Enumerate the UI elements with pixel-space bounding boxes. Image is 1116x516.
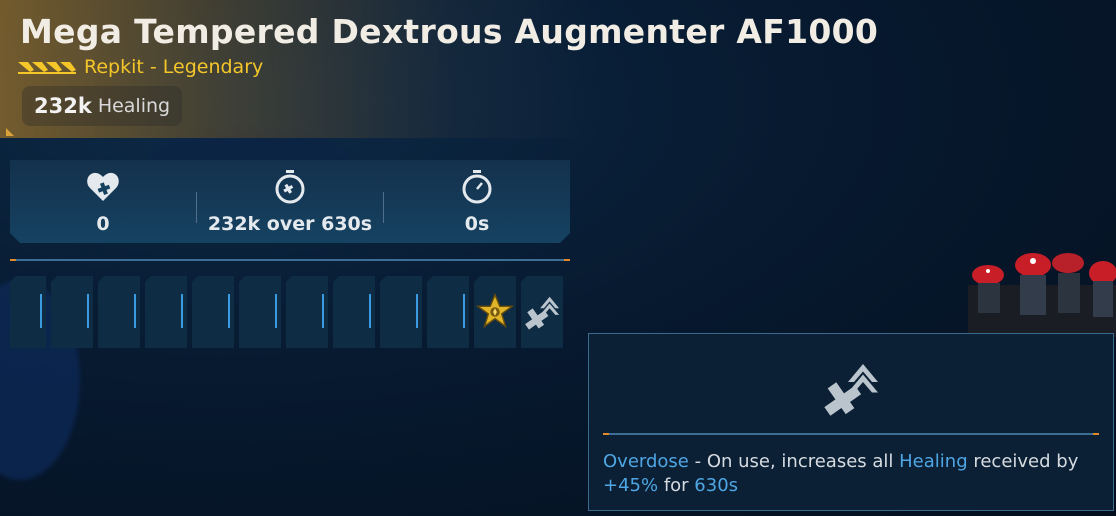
rarity-row: Repkit - Legendary [18,56,263,78]
empty-slot [427,276,469,348]
empty-slot [10,276,46,348]
stats-panel: 0 232k over 630s 0s [10,160,570,243]
legendary-star-icon [476,293,514,329]
desc-duration: 630s [694,475,739,496]
empty-slot [380,276,422,348]
stat-value: 0s [464,212,490,235]
overdose-icon [824,364,878,416]
stopwatch-icon [459,169,495,205]
stat-value: 232k over 630s [207,212,373,235]
tooltip-divider [603,433,1099,435]
desc-text: received by [967,451,1079,472]
legendary-chevrons-icon [18,62,76,74]
desc-text: - On use, increases all [688,451,900,472]
primary-stat-label: Healing [97,95,171,117]
stat-heal-over-time: 232k over 630s [197,160,383,243]
empty-slot [286,276,328,348]
heart-plus-icon [85,169,121,205]
item-name: Mega Tempered Dextrous Augmenter AF1000 [20,12,879,51]
header-corner-accent [6,128,14,136]
perk-tooltip: Overdose - On use, increases all Healing… [588,333,1114,511]
empty-slot [98,276,140,348]
desc-keyword: Healing [899,451,968,472]
empty-slot [145,276,187,348]
robot-decoration [968,253,1116,337]
legendary-perk-slot[interactable] [474,276,516,348]
overdose-perk-slot[interactable] [521,276,563,348]
item-header: Mega Tempered Dextrous Augmenter AF1000 … [0,0,878,138]
desc-text: for [658,475,695,496]
rarity-label: Repkit - Legendary [84,56,264,78]
empty-slot [51,276,93,348]
primary-stat-chip: 232k Healing [22,86,183,126]
stat-cooldown: 0s [384,160,570,243]
empty-slot [192,276,234,348]
perk-description: Overdose - On use, increases all Healing… [603,450,1101,498]
overdose-icon [525,296,560,330]
timer-heal-icon [272,169,308,205]
stat-value: 0 [96,212,110,235]
primary-stat-value: 232k [34,94,92,118]
perk-slots [10,276,563,348]
desc-bonus: +45% [603,475,659,496]
empty-slot [239,276,281,348]
stat-instant-heal: 0 [10,160,196,243]
section-divider [10,259,570,261]
empty-slot [333,276,375,348]
perk-name: Overdose [603,451,689,472]
